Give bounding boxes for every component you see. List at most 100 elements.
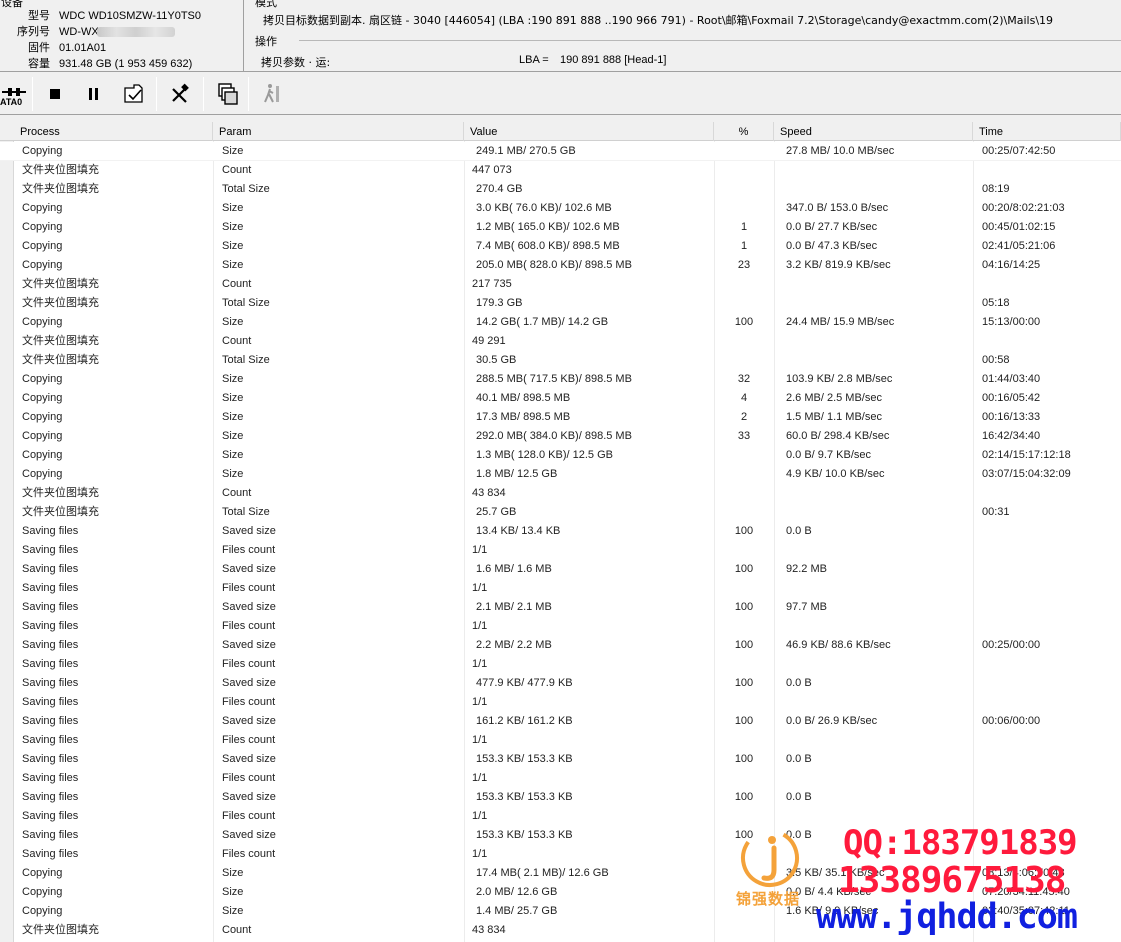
table-row[interactable]: Copying Size 1.8 MB/ 12.5 GB 4.9 KB/ 10.0 K… [0,465,1121,484]
process-table: Process Param Value % Speed Time Copying… [0,122,1121,942]
table-row[interactable]: 文件夹位图填充 Count 43 834 [0,921,1121,940]
table-row[interactable]: Saving files Saved size 477.9 KB/ 477.9 KB… [0,674,1121,693]
table-row[interactable]: Copying Size 7.4 MB( 608.0 KB)/ 898.5 MB 1 0… [0,237,1121,256]
table-row[interactable]: Copying Size 3.0 KB( 76.0 KB)/ 102.6 MB 347… [0,199,1121,218]
cell-percent: 33 [737,430,751,442]
table-row[interactable]: Copying Size 1.4 MB/ 25.7 GB 1.6 KB/ 9.9 KB… [0,902,1121,921]
mode-text: 拷贝目标数据到副本. 扇区链 - 3040 [446054] (LBA :190… [263,14,1053,27]
cell-value: 1/1 [472,810,488,822]
cell-percent: 100 [734,753,754,765]
cell-param: Total Size [222,183,270,195]
column-header-percent[interactable]: % [714,122,774,141]
tools-button[interactable] [166,79,194,109]
cell-process: Saving files [22,639,79,651]
column-header-param[interactable]: Param [213,122,464,141]
cell-percent: 100 [734,829,754,841]
walk-button[interactable] [258,79,286,109]
column-header-time[interactable]: Time [973,122,1121,141]
cell-value: 153.3 KB/ 153.3 KB [476,791,573,803]
table-row[interactable]: Saving files Files count 1/1 [0,617,1121,636]
cell-process: Saving files [22,620,79,632]
cell-param: Files count [222,848,276,860]
table-row[interactable]: Saving files Saved size 153.3 KB/ 153.3 KB… [0,826,1121,845]
cell-time: 00:16/13:33 [982,411,1041,423]
cell-process: 文件夹位图填充 [22,923,99,936]
cell-param: Size [222,373,244,385]
table-row[interactable]: Saving files Saved size 2.1 MB/ 2.1 MB 100 9… [0,598,1121,617]
table-row[interactable]: Saving files Files count 1/1 [0,807,1121,826]
table-row[interactable]: Copying Size 288.5 MB( 717.5 KB)/ 898.5 MB… [0,370,1121,389]
table-row[interactable]: Saving files Saved size 1.6 MB/ 1.6 MB 100 9… [0,560,1121,579]
cell-time: 00:58 [982,354,1010,366]
table-row[interactable]: 文件夹位图填充 Total Size 25.7 GB 00:31 [0,503,1121,522]
table-row[interactable]: 文件夹位图填充 Count 447 073 [0,161,1121,180]
cell-param: Size [222,202,244,214]
table-row[interactable]: Saving files Files count 1/1 [0,769,1121,788]
toolbar: ATA0 [0,73,1121,115]
table-row[interactable]: Saving files Files count 1/1 [0,579,1121,598]
table-row[interactable]: Saving files Saved size 2.2 MB/ 2.2 MB 100 4… [0,636,1121,655]
cell-speed: 0.0 B [786,525,812,537]
table-row[interactable]: Copying Size 292.0 MB( 384.0 KB)/ 898.5 MB… [0,427,1121,446]
serial-prefix: WD-WX [59,26,99,38]
table-row[interactable]: Copying Size 17.3 MB/ 898.5 MB 2 1.5 MB/ 1.1… [0,408,1121,427]
table-row[interactable]: Saving files Files count 1/1 [0,845,1121,864]
table-row[interactable]: Saving files Files count 1/1 [0,655,1121,674]
table-row[interactable]: 文件夹位图填充 Total Size 30.5 GB 00:58 [0,351,1121,370]
column-header-value[interactable]: Value [464,122,714,141]
cell-time: 02:41/05:21:06 [982,240,1056,252]
model-row: 型号 WDC WD10SMZW-11Y0TS0 [0,8,240,24]
export-button[interactable] [120,79,148,109]
cell-percent [714,180,774,199]
table-row[interactable]: Copying Size 40.1 MB/ 898.5 MB 4 2.6 MB/ 2.5… [0,389,1121,408]
table-row[interactable]: 文件夹位图填充 Count 49 291 [0,332,1121,351]
table-row[interactable]: Saving files Files count 1/1 [0,541,1121,560]
cell-process: Copying [22,145,63,157]
table-row[interactable]: Copying Size 1.2 MB( 165.0 KB)/ 102.6 MB 1 0… [0,218,1121,237]
table-row[interactable]: Saving files Saved size 13.4 KB/ 13.4 KB 10… [0,522,1121,541]
cell-time: 15:13/00:00 [982,316,1041,328]
cell-param: Files count [222,544,276,556]
cell-percent [714,655,774,674]
table-row[interactable]: Copying Size 17.4 MB( 2.1 MB)/ 12.6 GB 3.5 … [0,864,1121,883]
cell-value: 217 735 [472,278,512,290]
table-row[interactable]: Saving files Files count 1/1 [0,731,1121,750]
cell-process: 文件夹位图填充 [22,353,99,366]
table-row[interactable]: Copying Size 2.0 MB/ 12.6 GB 0.0 B/ 4.4 KB/… [0,883,1121,902]
table-row[interactable]: 文件夹位图填充 Total Size 270.4 GB 08:19 [0,180,1121,199]
column-header-speed[interactable]: Speed [774,122,973,141]
cell-param: Size [222,468,244,480]
table-row[interactable]: Copying Size 205.0 MB( 828.0 KB)/ 898.5 MB… [0,256,1121,275]
table-row[interactable]: 文件夹位图填充 Total Size 179.3 GB 05:18 [0,294,1121,313]
cell-value: 288.5 MB( 717.5 KB)/ 898.5 MB [476,373,632,385]
cell-value: 49 291 [472,335,506,347]
table-row[interactable]: Saving files Files count 1/1 [0,693,1121,712]
column-header-process[interactable]: Process [14,122,213,141]
cell-param: Total Size [222,506,270,518]
cell-process: Copying [22,221,63,233]
pause-button[interactable] [80,79,108,109]
stop-button[interactable] [41,79,69,109]
cell-param: Saved size [222,715,276,727]
table-row[interactable]: 文件夹位图填充 Count 43 834 [0,484,1121,503]
cell-time: 04:16/14:25 [982,259,1041,271]
table-row[interactable]: 文件夹位图填充 Count 217 735 [0,275,1121,294]
cell-speed: 347.0 B/ 153.0 B/sec [786,202,889,214]
table-row[interactable]: Saving files Saved size 153.3 KB/ 153.3 KB… [0,750,1121,769]
cell-percent: 1 [740,221,748,233]
table-row[interactable]: Copying Size 249.1 MB/ 270.5 GB 27.8 MB/ 10… [0,142,1121,161]
export-icon [124,84,143,103]
cell-value: 3.0 KB( 76.0 KB)/ 102.6 MB [476,202,612,214]
table-row[interactable]: Saving files Saved size 153.3 KB/ 153.3 KB… [0,788,1121,807]
cell-percent [714,864,774,883]
operation-divider [299,40,1121,41]
cell-time: 02:14/15:17:12:18 [982,449,1071,461]
cell-value: 40.1 MB/ 898.5 MB [476,392,571,404]
table-row[interactable]: Copying Size 14.2 GB( 1.7 MB)/ 14.2 GB 100 2… [0,313,1121,332]
copy-windows-button[interactable] [214,79,242,109]
table-row[interactable]: Saving files Saved size 161.2 KB/ 161.2 KB… [0,712,1121,731]
cell-param: Total Size [222,354,270,366]
cell-percent [714,579,774,598]
capacity-label: 容量 [28,57,50,70]
table-row[interactable]: Copying Size 1.3 MB( 128.0 KB)/ 12.5 GB 0.0… [0,446,1121,465]
